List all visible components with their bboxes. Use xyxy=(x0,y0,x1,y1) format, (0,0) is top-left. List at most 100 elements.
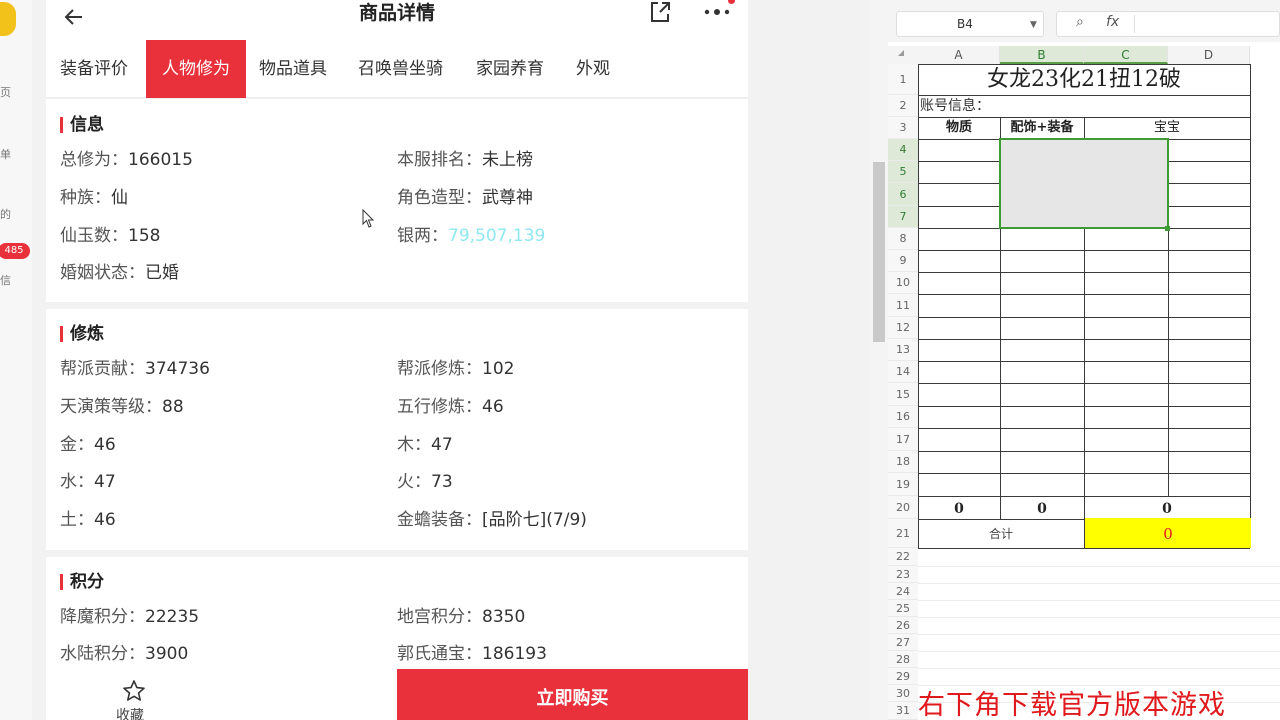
sum-label-cell[interactable]: 合计 xyxy=(918,520,1084,548)
header-pet-cell[interactable]: 宝宝 xyxy=(1084,117,1250,138)
grid-line xyxy=(918,583,1280,584)
row-header[interactable]: 9 xyxy=(888,250,918,272)
row-header[interactable]: 28 xyxy=(888,651,918,668)
section-title: 修炼 xyxy=(70,324,104,344)
column-header-a[interactable]: A xyxy=(918,46,1000,64)
sum-value-cell[interactable]: 0 xyxy=(1085,520,1251,548)
section-marker xyxy=(60,117,63,133)
formula-input[interactable] xyxy=(1056,11,1280,37)
selection-border[interactable] xyxy=(999,138,1169,229)
select-all-icon xyxy=(898,50,904,56)
row-header[interactable]: 6 xyxy=(888,183,918,206)
row-header[interactable]: 31 xyxy=(888,702,918,720)
row-header[interactable]: 7 xyxy=(888,206,918,228)
scrollbar-track[interactable] xyxy=(870,42,888,720)
column-header-b[interactable]: B xyxy=(1000,46,1084,64)
tab-pets-mounts[interactable]: 召唤兽坐骑 xyxy=(358,40,443,98)
row-header[interactable]: 5 xyxy=(888,161,918,183)
label: 水陆积分： xyxy=(60,644,145,664)
sidebar-item-home[interactable]: 页 xyxy=(0,84,14,100)
row-header[interactable]: 22 xyxy=(888,548,918,566)
sidebar-item-orders[interactable]: 单 xyxy=(0,146,14,162)
total-a-cell[interactable]: 0 xyxy=(918,498,1000,520)
row-header[interactable]: 15 xyxy=(888,383,918,406)
row-header[interactable]: 13 xyxy=(888,339,918,361)
row-header[interactable]: 26 xyxy=(888,617,918,634)
row-header[interactable]: 21 xyxy=(888,519,918,548)
column-header-c[interactable]: C xyxy=(1084,46,1168,64)
spreadsheet-panel: B4 ▼ ⌕ fx A B C D 1 2 3 4 5 6 7 8 9 10 11 12 13 14 15 1… xyxy=(870,0,1280,720)
tab-appearance[interactable]: 外观 xyxy=(576,40,610,98)
buy-now-button[interactable]: 立即购买 xyxy=(397,669,748,720)
label: 本服排名： xyxy=(397,150,482,170)
row-header[interactable]: 24 xyxy=(888,583,918,600)
row-header[interactable]: 27 xyxy=(888,634,918,651)
row-header[interactable]: 29 xyxy=(888,668,918,685)
row-header[interactable]: 30 xyxy=(888,685,918,702)
sheet-title-cell[interactable]: 女龙23化21扭12破 xyxy=(918,64,1250,95)
row-header[interactable]: 14 xyxy=(888,361,918,383)
tab-equipment-review[interactable]: 装备评价 xyxy=(60,40,128,98)
row-header[interactable]: 3 xyxy=(888,117,918,139)
value: 166015 xyxy=(128,150,193,170)
scrollbar-thumb[interactable] xyxy=(873,162,885,342)
value: 武尊神 xyxy=(482,188,533,208)
value: 3900 xyxy=(145,644,189,664)
row-header[interactable]: 25 xyxy=(888,600,918,617)
label: 地宫积分： xyxy=(397,607,482,627)
row-header[interactable]: 17 xyxy=(888,428,918,451)
value: 102 xyxy=(482,359,515,379)
more-icon[interactable] xyxy=(702,2,732,22)
account-info-cell[interactable]: 账号信息： xyxy=(920,96,990,116)
row-header[interactable]: 16 xyxy=(888,406,918,428)
label: 水： xyxy=(60,472,94,492)
grid-line xyxy=(918,600,1280,601)
header-material-cell[interactable]: 物质 xyxy=(918,117,1000,138)
points-demon: 降魔积分：22235 xyxy=(60,606,199,628)
label: 仙玉数： xyxy=(60,226,128,246)
avatar[interactable] xyxy=(0,2,16,36)
header-accessory-cell[interactable]: 配饰+装备 xyxy=(1000,117,1084,138)
grid-line xyxy=(918,651,1280,652)
row-header[interactable]: 18 xyxy=(888,451,918,473)
row-header[interactable]: 2 xyxy=(888,95,918,117)
row-header[interactable]: 23 xyxy=(888,566,918,583)
row-header[interactable]: 12 xyxy=(888,317,918,339)
info-marriage: 婚姻状态：已婚 xyxy=(60,262,179,284)
favorite-label[interactable]: 收藏 xyxy=(116,705,144,720)
grid-line xyxy=(918,566,1280,567)
row-header[interactable]: 20 xyxy=(888,496,918,519)
tab-character-cultivation[interactable]: 人物修为 xyxy=(146,40,246,98)
grid-line xyxy=(918,617,1280,618)
row-header[interactable]: 8 xyxy=(888,228,918,250)
cell-name-box[interactable]: B4 xyxy=(896,11,1044,37)
star-icon[interactable] xyxy=(122,679,146,703)
points-palace: 地宫积分：8350 xyxy=(397,606,525,628)
chevron-down-icon[interactable]: ▼ xyxy=(1030,20,1037,30)
share-icon[interactable] xyxy=(648,0,672,24)
cult-wuxing: 五行修炼：46 xyxy=(397,396,504,418)
row-header[interactable]: 10 xyxy=(888,272,918,294)
watermark-text: 右下角下载官方版本游戏 xyxy=(918,690,1226,720)
tab-items[interactable]: 物品道具 xyxy=(259,40,327,98)
screen: 页 单 的 485 信 商品详情 装备评价 人物修为 物品道具 召唤兽坐骑 家园… xyxy=(0,0,1280,720)
row-header[interactable]: 19 xyxy=(888,473,918,496)
function-icon[interactable]: fx xyxy=(1106,14,1119,30)
column-header-d[interactable]: D xyxy=(1168,46,1250,64)
sidebar-item-messages[interactable]: 信 xyxy=(0,272,14,288)
row-header[interactable]: 11 xyxy=(888,294,918,317)
sidebar-item-mine[interactable]: 的 xyxy=(0,206,14,222)
info-silver: 银两：79,507,139 xyxy=(397,225,545,247)
total-b-cell[interactable]: 0 xyxy=(1000,498,1084,520)
search-icon[interactable]: ⌕ xyxy=(1076,14,1084,30)
points-card: 积分 降魔积分：22235 地宫积分：8350 水陆积分：3900 郭氏通宝：1… xyxy=(46,557,748,669)
value: 8350 xyxy=(482,607,526,627)
label: 总修为： xyxy=(60,150,128,170)
section-marker xyxy=(60,574,63,590)
cult-earth: 土：46 xyxy=(60,509,116,531)
total-c-cell[interactable]: 0 xyxy=(1084,498,1250,520)
fill-handle[interactable] xyxy=(1165,226,1170,231)
tab-home-raising[interactable]: 家园养育 xyxy=(476,40,544,98)
row-header[interactable]: 1 xyxy=(888,64,918,95)
row-header[interactable]: 4 xyxy=(888,139,918,161)
